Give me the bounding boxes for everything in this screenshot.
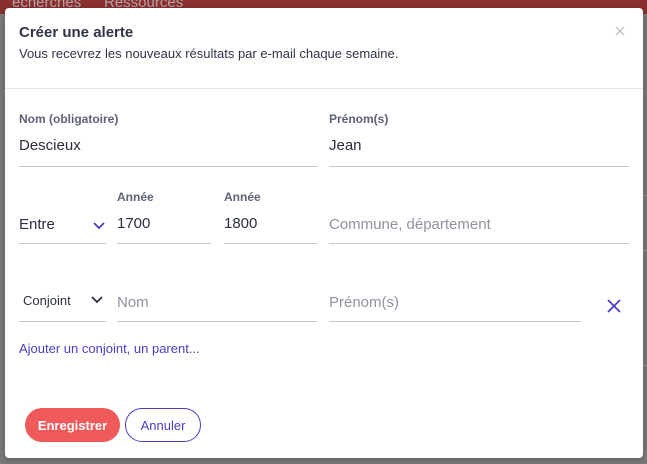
cancel-button[interactable]: Annuler xyxy=(125,408,201,442)
relation-last-name-input[interactable] xyxy=(117,292,317,312)
year-from-field[interactable]: Année 1700 xyxy=(117,190,211,244)
year-to-label: Année xyxy=(224,190,261,204)
relation-first-name-field[interactable] xyxy=(329,286,581,322)
year-from-value[interactable]: 1700 xyxy=(117,215,150,232)
last-name-label: Nom (obligatoire) xyxy=(19,112,119,126)
last-name-value[interactable]: Descieux xyxy=(19,137,81,154)
remove-icon[interactable] xyxy=(605,297,623,315)
year-from-label: Année xyxy=(117,190,154,204)
first-name-label: Prénom(s) xyxy=(329,112,389,126)
relation-value: Conjoint xyxy=(23,293,71,308)
year-to-field[interactable]: Année 1800 xyxy=(224,190,317,244)
modal-header: Créer une alerte Vous recevrez les nouve… xyxy=(5,8,643,89)
date-range-select[interactable]: Entre xyxy=(19,208,106,244)
year-to-value[interactable]: 1800 xyxy=(224,215,257,232)
save-button[interactable]: Enregistrer xyxy=(25,408,120,442)
commune-input[interactable] xyxy=(329,214,629,234)
chevron-down-icon xyxy=(93,222,105,230)
commune-field[interactable] xyxy=(329,208,629,244)
date-range-value: Entre xyxy=(19,216,55,233)
first-name-field[interactable]: Prénom(s) Jean xyxy=(329,112,629,167)
last-name-field[interactable]: Nom (obligatoire) Descieux xyxy=(19,112,318,167)
create-alert-modal: Créer une alerte Vous recevrez les nouve… xyxy=(5,8,643,458)
relation-last-name-field[interactable] xyxy=(117,286,317,322)
modal-title: Créer une alerte xyxy=(19,24,134,41)
modal-subtitle: Vous recevrez les nouveaux résultats par… xyxy=(19,46,399,61)
add-relation-link[interactable]: Ajouter un conjoint, un parent... xyxy=(19,341,200,356)
chevron-down-icon xyxy=(91,296,103,304)
close-icon[interactable] xyxy=(611,22,629,40)
relation-select[interactable]: Conjoint xyxy=(19,286,106,322)
relation-first-name-input[interactable] xyxy=(329,292,581,312)
first-name-value[interactable]: Jean xyxy=(329,137,362,154)
